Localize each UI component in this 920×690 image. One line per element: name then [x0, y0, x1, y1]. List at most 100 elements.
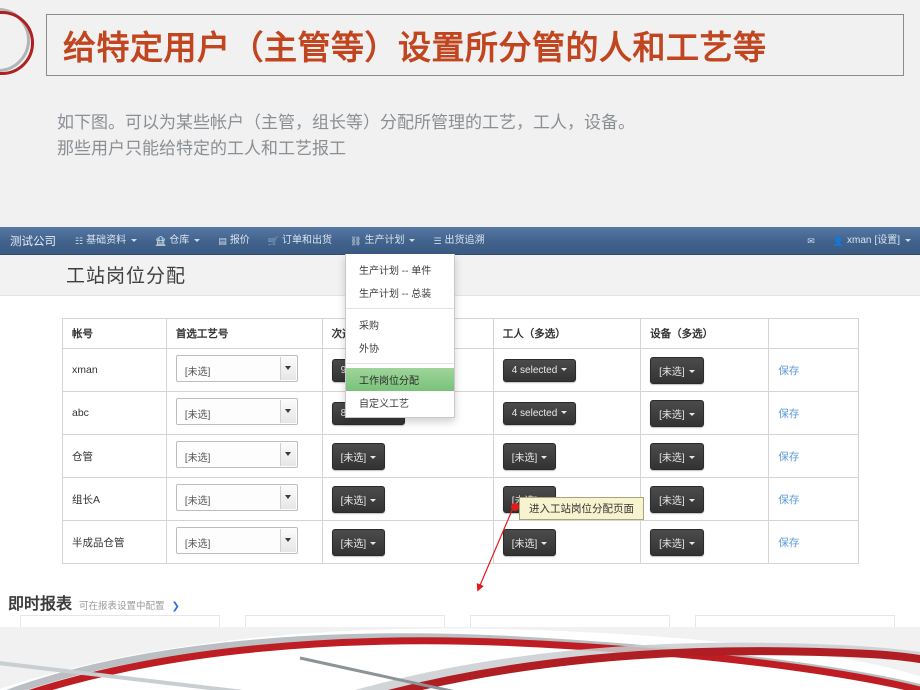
select-value: [未选]: [184, 410, 211, 421]
menu-separator: [346, 308, 454, 309]
list-icon: ☰: [433, 235, 442, 246]
save-link[interactable]: 保存: [778, 494, 799, 506]
save-link[interactable]: 保存: [778, 537, 799, 549]
dropdown-menu-item[interactable]: 外协: [346, 336, 454, 359]
people-icon: ☷: [75, 235, 84, 246]
chevron-down-icon: [131, 239, 138, 242]
cell-workers: 4 selected: [492, 348, 642, 392]
nav-label: 报价: [229, 234, 250, 246]
messages-button[interactable]: ✉: [798, 227, 824, 255]
col-header-account: 帐号: [62, 318, 167, 349]
chevron-down-icon: [279, 486, 296, 509]
process-select[interactable]: [未选]: [175, 441, 298, 468]
slide-title-box: 给特定用户（主管等）设置所分管的人和工艺等: [46, 14, 904, 76]
nav-item-quotation[interactable]: ▤ 报价: [209, 227, 259, 255]
workers-dropdown[interactable]: [未选]: [502, 528, 557, 556]
dropdown-menu-item[interactable]: 自定义工艺: [346, 391, 454, 414]
workers-dropdown[interactable]: [未选]: [502, 442, 557, 470]
process-select[interactable]: [未选]: [175, 527, 298, 554]
button-label: 4 selected: [511, 364, 558, 376]
caret-down-icon: [688, 370, 695, 374]
col-header-equipment: 设备（多选）: [640, 318, 770, 349]
bank-icon: 🏦: [155, 235, 167, 246]
sitemap-icon: ⛓: [350, 235, 362, 246]
dropdown-menu-item[interactable]: 生产计划 -- 总装: [346, 281, 454, 304]
button-label: [未选]: [340, 495, 367, 507]
chevron-down-icon: [905, 239, 911, 242]
save-link[interactable]: 保存: [778, 451, 799, 463]
embedded-app-screenshot: 测试公司 ☷ 基础资料 🏦 仓库 ▤ 报价 🛒 订单和出货 ⛓ 生产计划 ☰ 出…: [0, 227, 920, 627]
user-menu[interactable]: 👤 xman [设置]: [824, 227, 920, 255]
nav-item-production-plan[interactable]: ⛓ 生产计划: [341, 227, 424, 255]
caret-down-icon: [370, 542, 377, 546]
app-navbar: 测试公司 ☷ 基础资料 🏦 仓库 ▤ 报价 🛒 订单和出货 ⛓ 生产计划 ☰ 出…: [0, 227, 920, 255]
col-header-action: [768, 318, 859, 349]
cell-primary-process: [未选]: [165, 348, 323, 392]
cell-workers: [未选]: [492, 520, 642, 564]
callout-label: 进入工站岗位分配页面: [519, 497, 644, 520]
equipment-dropdown[interactable]: [未选]: [650, 356, 704, 384]
button-label: [未选]: [659, 409, 685, 421]
nav-item-basic-data[interactable]: ☷ 基础资料: [66, 227, 146, 255]
process-select[interactable]: [未选]: [175, 355, 298, 382]
caret-down-icon: [541, 456, 548, 460]
nav-item-warehouse[interactable]: 🏦 仓库: [146, 227, 209, 255]
dropdown-menu-item[interactable]: 生产计划 -- 单件: [346, 258, 454, 281]
caret-down-icon: [370, 499, 377, 503]
nav-label: 基础资料: [86, 234, 127, 246]
process-select[interactable]: [未选]: [175, 398, 298, 425]
process-select[interactable]: [未选]: [175, 484, 298, 511]
cell-secondary-process: [未选]: [321, 520, 494, 564]
button-label: [未选]: [659, 495, 685, 507]
save-link[interactable]: 保存: [778, 365, 799, 377]
menu-separator: [346, 363, 454, 364]
cell-secondary-process: [未选]: [321, 434, 494, 478]
cell-primary-process: [未选]: [165, 434, 323, 478]
cell-primary-process: [未选]: [165, 477, 323, 521]
page-title: 工站岗位分配: [66, 266, 187, 287]
workers-dropdown[interactable]: 4 selected: [502, 358, 577, 382]
cell-account: 半成品仓管: [62, 520, 167, 564]
cell-workers: 4 selected: [492, 391, 642, 435]
table-row: xman[未选]9 selected4 selected[未选]保存: [62, 348, 859, 392]
cell-equipment: [未选]: [640, 477, 770, 521]
select-value: [未选]: [184, 496, 211, 507]
navbar-right-group: ✉ 👤 xman [设置]: [798, 227, 920, 255]
equipment-dropdown[interactable]: [未选]: [650, 442, 704, 470]
secondary-process-dropdown[interactable]: [未选]: [331, 442, 386, 470]
cell-account: xman: [62, 348, 167, 392]
col-header-primary: 首选工艺号: [165, 318, 323, 349]
equipment-dropdown[interactable]: [未选]: [650, 485, 704, 513]
decorative-circle-red: [0, 11, 34, 75]
assignment-table-wrapper: 帐号 首选工艺号 次选工艺号 工人（多选） 设备（多选） xman[未选]9 s…: [62, 318, 859, 564]
caret-down-icon: [541, 542, 548, 546]
equipment-dropdown[interactable]: [未选]: [650, 399, 704, 427]
envelope-icon: ✉: [807, 235, 815, 246]
dropdown-menu-item[interactable]: 工作岗位分配: [346, 368, 454, 391]
button-label: [未选]: [340, 452, 367, 464]
cell-action: 保存: [768, 434, 859, 478]
nav-label: 出货追溯: [444, 234, 485, 246]
workers-dropdown[interactable]: 4 selected: [502, 401, 577, 425]
secondary-process-dropdown[interactable]: [未选]: [331, 485, 386, 513]
navbar-brand[interactable]: 测试公司: [0, 233, 66, 249]
caret-down-icon: [688, 499, 695, 503]
decorative-swoosh: [0, 628, 920, 690]
nav-item-orders-shipping[interactable]: 🛒 订单和出货: [259, 227, 341, 255]
production-plan-dropdown-menu[interactable]: 生产计划 -- 单件 生产计划 -- 总装 采购 外协工作岗位分配 自定义工艺: [345, 254, 455, 418]
secondary-process-dropdown[interactable]: [未选]: [331, 528, 386, 556]
settings-label: [设置]: [874, 234, 900, 246]
button-label: 4 selected: [511, 407, 558, 419]
caret-down-icon: [688, 456, 695, 460]
caret-down-icon: [561, 411, 568, 415]
assignment-table: 帐号 首选工艺号 次选工艺号 工人（多选） 设备（多选） xman[未选]9 s…: [62, 318, 859, 564]
nav-item-shipping-trace[interactable]: ☰ 出货追溯: [424, 227, 493, 255]
cell-account: 仓管: [62, 434, 167, 478]
chevron-down-icon: [279, 529, 296, 552]
cell-action: 保存: [768, 348, 859, 392]
equipment-dropdown[interactable]: [未选]: [650, 528, 704, 556]
cell-account: 组长A: [62, 477, 167, 521]
select-value: [未选]: [184, 453, 211, 464]
save-link[interactable]: 保存: [778, 408, 799, 420]
dropdown-menu-item[interactable]: 采购: [346, 313, 454, 336]
